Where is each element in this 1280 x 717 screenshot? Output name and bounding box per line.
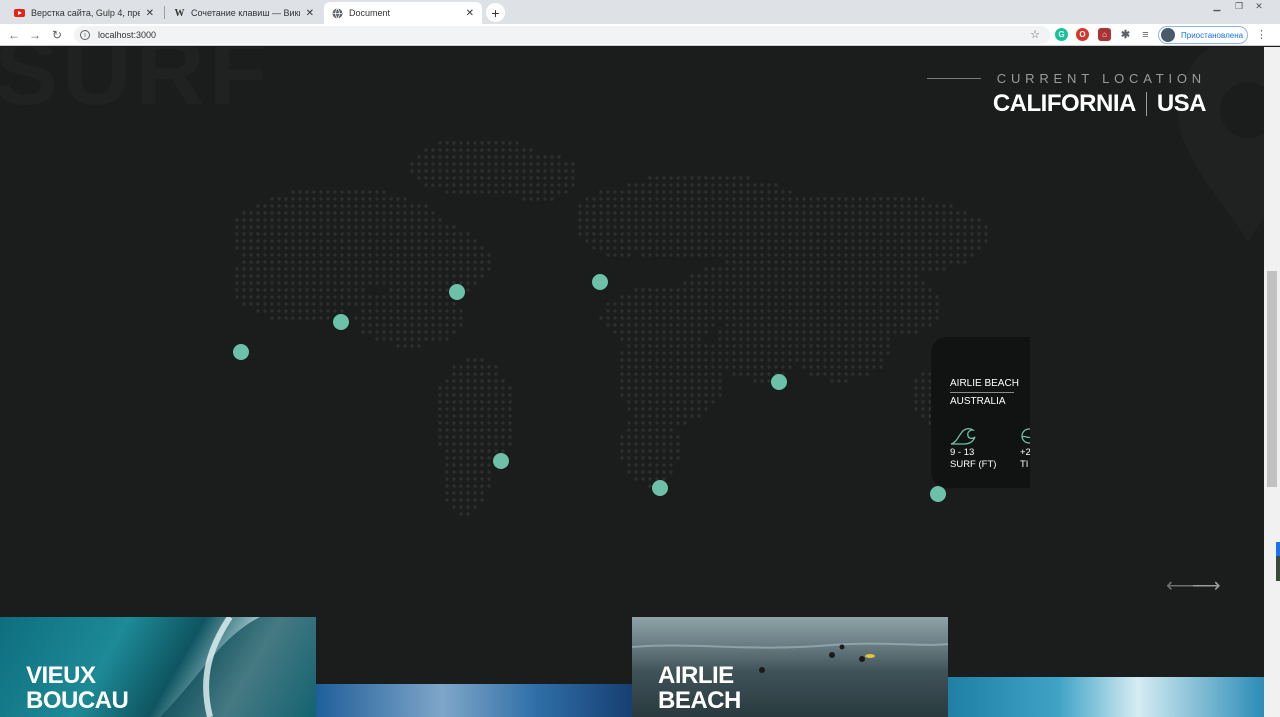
page-scrollbar[interactable] — [1264, 47, 1280, 717]
scrollbar-thumb[interactable] — [1267, 271, 1277, 487]
restore-icon[interactable]: ❐ — [1232, 0, 1246, 12]
prev-arrow-icon[interactable]: ⟵ — [1166, 573, 1195, 598]
next-arrow-icon[interactable]: ⟶ — [1192, 573, 1221, 598]
tile-title-line1: AIRLIE — [658, 662, 734, 689]
map-marker[interactable] — [771, 374, 787, 390]
pdf-icon[interactable]: ⌂ — [1098, 28, 1111, 41]
tab-youtube[interactable]: Верстка сайта, Gulp 4, препроц ✕ — [6, 2, 162, 24]
location-separator — [1145, 92, 1147, 116]
url-text: localhost:3000 — [98, 30, 157, 40]
close-tab-icon[interactable]: ✕ — [466, 8, 474, 19]
tab-title: Сочетание клавиш — Википедия — [191, 8, 300, 18]
back-arrow-icon[interactable]: ← — [5, 26, 23, 44]
spot-info-card[interactable]: AIRLIE BEACH AUSTRALIA 9 - 13 SURF (FT) … — [931, 337, 1030, 488]
surf-value: 9 - 13 — [950, 447, 975, 458]
page-content: SURF CURRENT LOCATION CALIFORNIA USA AIR… — [0, 47, 1264, 717]
close-tab-icon[interactable]: ✕ — [306, 8, 314, 19]
tab-wikipedia[interactable]: W Сочетание клавиш — Википедия ✕ — [166, 2, 322, 24]
spot-name: AIRLIE BEACH — [950, 378, 1019, 389]
map-marker[interactable] — [930, 486, 946, 502]
tab-document[interactable]: Document ✕ — [324, 2, 482, 24]
minimize-icon[interactable]: ▁ — [1210, 0, 1224, 12]
grammarly-icon[interactable]: G — [1055, 28, 1068, 41]
globe-icon — [332, 7, 343, 19]
forward-arrow-icon[interactable]: → — [26, 26, 44, 44]
reload-icon[interactable]: ↻ — [48, 26, 66, 44]
map-marker[interactable] — [449, 284, 465, 300]
spot-tile-vieux-boucau[interactable]: VIEUX BOUCAU — [0, 617, 316, 717]
world-dot-map — [235, 141, 1009, 516]
map-marker[interactable] — [592, 274, 608, 290]
tide-label: TI — [1020, 459, 1029, 470]
profile-button[interactable]: Приостановлена — [1158, 26, 1248, 44]
surf-label: SURF (FT) — [950, 459, 997, 470]
spot-tile-2[interactable] — [316, 684, 632, 717]
tile-title-line2: BOUCAU — [26, 687, 129, 714]
surf-stat: 9 - 13 SURF (FT) — [950, 427, 996, 471]
map-marker[interactable] — [652, 480, 668, 496]
youtube-icon — [14, 8, 25, 19]
tab-title: Верстка сайта, Gulp 4, препроц — [31, 8, 140, 18]
opera-icon[interactable]: O — [1076, 28, 1089, 41]
close-window-icon[interactable]: ✕ — [1252, 0, 1266, 12]
wikipedia-icon: W — [174, 7, 185, 19]
profile-label: Приостановлена — [1181, 30, 1244, 40]
location-label-rule — [926, 78, 981, 79]
extensions-puzzle-icon[interactable]: ✱ — [1119, 28, 1132, 41]
location-label: CURRENT LOCATION — [996, 71, 1206, 86]
map-marker[interactable] — [493, 453, 509, 469]
card-divider — [950, 392, 1014, 393]
tide-icon — [1021, 428, 1030, 444]
tab-title: Document — [349, 8, 391, 18]
close-tab-icon[interactable]: ✕ — [146, 8, 154, 19]
tile-title-line1: VIEUX — [26, 662, 96, 689]
address-bar[interactable]: i localhost:3000 ☆ — [74, 26, 1050, 44]
wave-icon — [950, 428, 976, 445]
new-tab-button[interactable]: + — [486, 3, 505, 22]
kebab-menu-icon[interactable]: ⋮ — [1256, 28, 1267, 41]
map-marker[interactable] — [333, 314, 349, 330]
info-icon[interactable]: i — [80, 30, 90, 40]
spot-tile-airlie-beach[interactable]: AIRLIE BEACH — [632, 617, 948, 717]
tile-title-line2: BEACH — [658, 687, 741, 714]
location-region: CALIFORNIA — [992, 90, 1136, 117]
tide-stat: +2 TI — [1020, 427, 1030, 471]
browser-toolbar: ← → ↻ i localhost:3000 ☆ G O ⌂ ✱ ≡ Приос… — [0, 24, 1280, 46]
location-country: USA — [1156, 90, 1207, 117]
tide-value: +2 — [1020, 447, 1030, 458]
bookmark-star-icon[interactable]: ☆ — [1030, 28, 1040, 41]
media-queue-icon[interactable]: ≡ — [1139, 28, 1152, 41]
current-location: CURRENT LOCATION CALIFORNIA USA — [926, 71, 1207, 118]
tab-strip: Верстка сайта, Gulp 4, препроц ✕ W Сочет… — [0, 0, 1280, 24]
map-marker[interactable] — [233, 344, 249, 360]
spot-country: AUSTRALIA — [950, 396, 1006, 407]
spot-tile-4[interactable] — [948, 677, 1264, 717]
avatar — [1161, 28, 1175, 42]
